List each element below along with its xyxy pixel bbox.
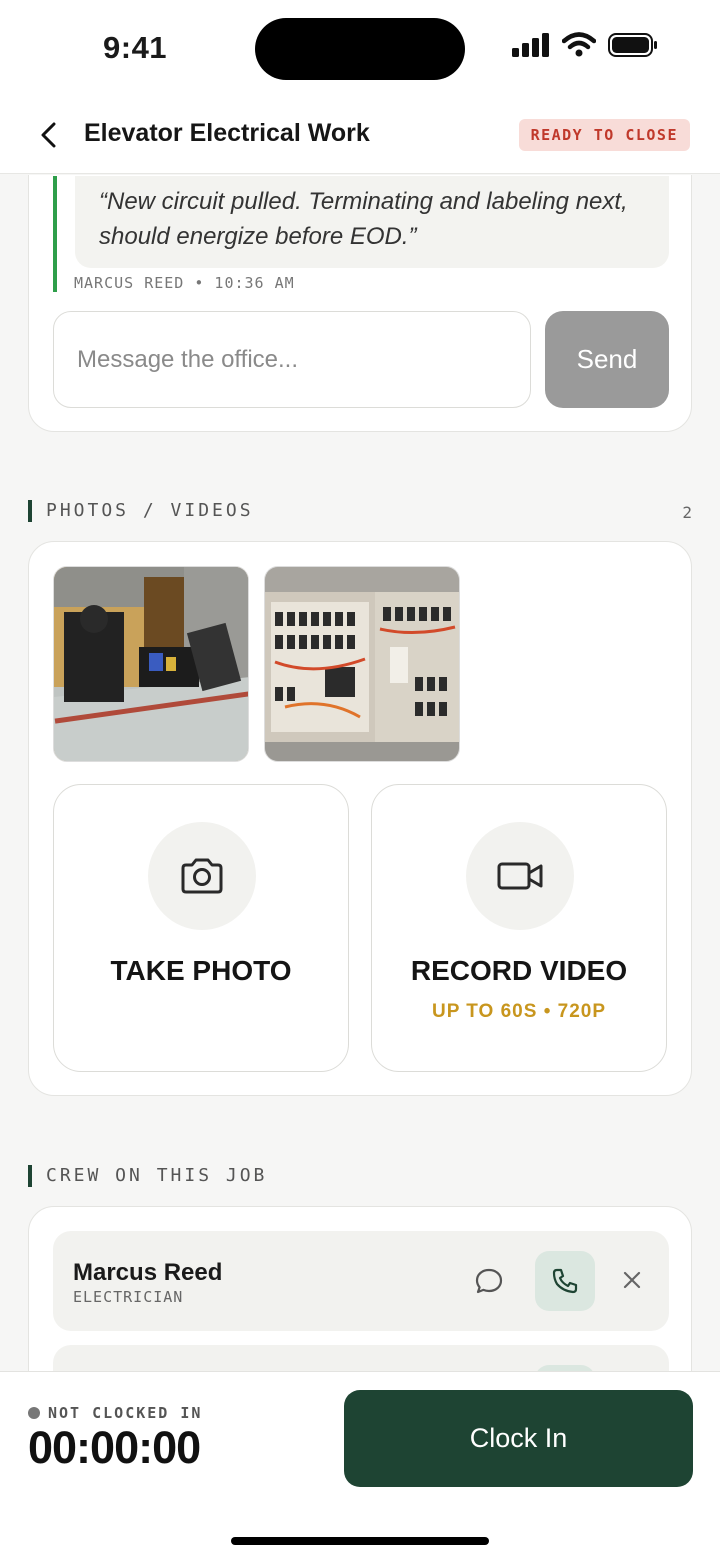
record-video-button[interactable]: RECORD VIDEO UP TO 60S • 720P [371, 784, 667, 1072]
dynamic-island [255, 18, 465, 80]
message-meta: MARCUS REED • 10:36 AM [74, 274, 295, 292]
signal-icon [512, 33, 549, 57]
crew-member-row: Marcus Reed ELECTRICIAN [53, 1231, 669, 1331]
clock-status-text: NOT CLOCKED IN [48, 1404, 203, 1422]
camera-icon [181, 858, 223, 894]
crew-section-title: CREW ON THIS JOB [28, 1165, 267, 1187]
crew-member-role: ELECTRICIAN [73, 1288, 184, 1306]
status-dot [28, 1407, 40, 1419]
camera-icon-circle [148, 822, 256, 930]
chat-bubble-icon[interactable] [473, 1265, 505, 1297]
status-bar: 9:41 [0, 0, 720, 100]
quote-accent-bar [53, 176, 57, 292]
app-header: Elevator Electrical Work READY TO CLOSE [0, 100, 720, 174]
video-icon-circle [466, 822, 574, 930]
photo-thumbnail[interactable] [53, 566, 249, 762]
media-card: TAKE PHOTO RECORD VIDEO UP TO 60S • 720P [28, 541, 692, 1096]
home-indicator [231, 1537, 489, 1545]
messages-card: “New circuit pulled. Terminating and lab… [28, 175, 692, 432]
call-button[interactable] [535, 1251, 595, 1311]
wifi-icon [562, 32, 596, 57]
content-scroll[interactable]: “New circuit pulled. Terminating and lab… [0, 175, 720, 1371]
clock-in-button[interactable]: Clock In [344, 1390, 693, 1487]
phone-icon [552, 1268, 578, 1294]
clock-status: NOT CLOCKED IN [28, 1404, 202, 1422]
page-title: Elevator Electrical Work [84, 119, 370, 147]
crew-card: Marcus Reed ELECTRICIAN [28, 1206, 692, 1371]
take-photo-label: TAKE PHOTO [110, 955, 292, 986]
status-time: 9:41 [103, 30, 168, 65]
media-count: 2 [682, 503, 692, 522]
clock-bar: NOT CLOCKED IN 00:00:00 Clock In [0, 1371, 720, 1560]
battery-icon [608, 33, 657, 57]
shift-timer: 00:00:00 [28, 1422, 201, 1473]
message-input[interactable]: Message the office... [53, 311, 531, 408]
crew-member-row [53, 1345, 669, 1371]
back-chevron-icon[interactable] [36, 120, 64, 150]
photo-thumbnail[interactable] [264, 566, 460, 762]
close-icon[interactable] [621, 1269, 643, 1291]
take-photo-button[interactable]: TAKE PHOTO [53, 784, 349, 1072]
status-icons [512, 32, 658, 58]
status-badge: READY TO CLOSE [518, 119, 690, 151]
video-camera-icon [497, 862, 543, 890]
crew-member-name: Marcus Reed [73, 1259, 223, 1286]
send-button[interactable]: Send [545, 311, 669, 408]
last-message-text: “New circuit pulled. Terminating and lab… [75, 176, 669, 268]
media-section-title: PHOTOS / VIDEOS [28, 500, 254, 522]
record-video-label: RECORD VIDEO [410, 955, 628, 986]
record-video-limits: UP TO 60S • 720P [431, 1001, 607, 1022]
